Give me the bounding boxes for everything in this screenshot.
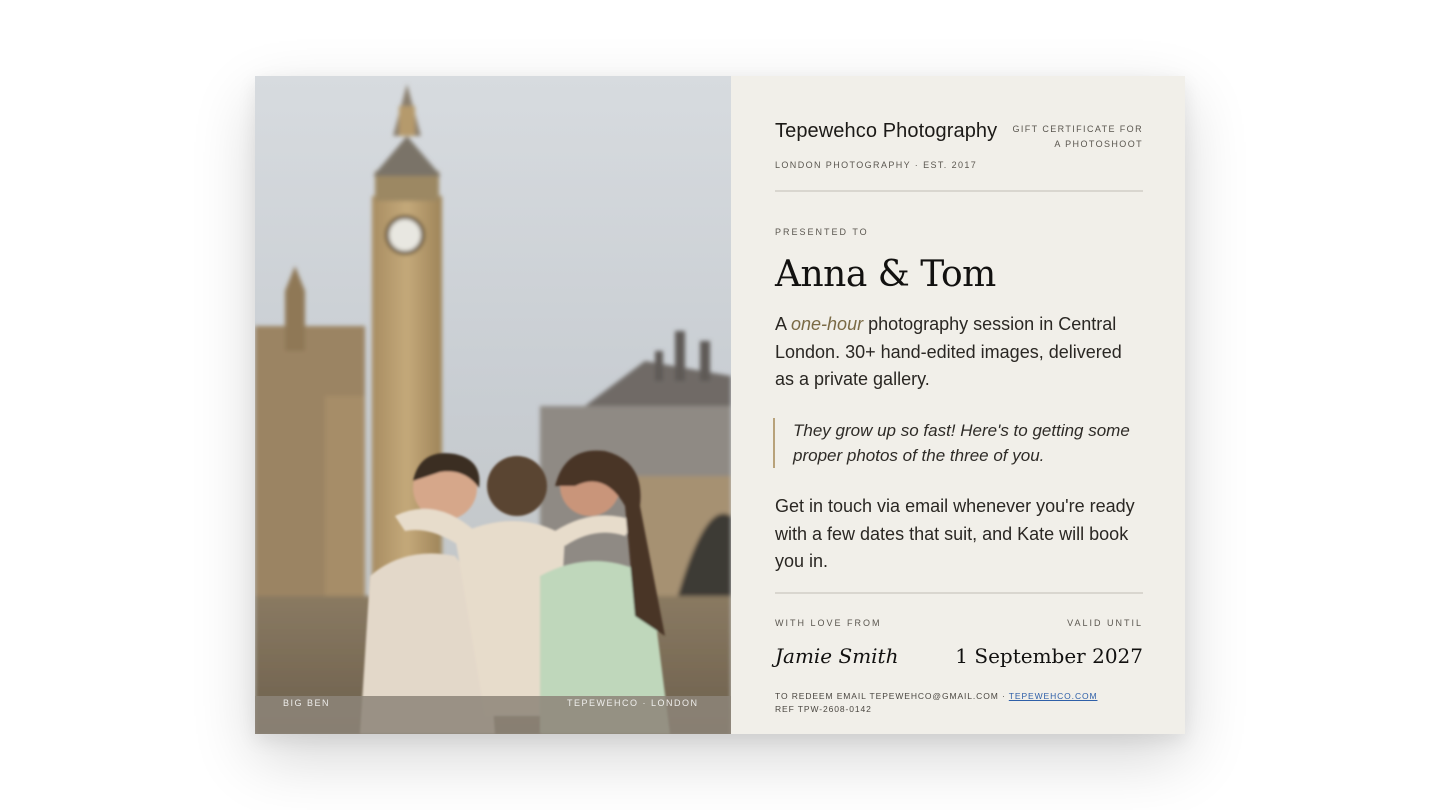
brand-subtitle: LONDON PHOTOGRAPHY · EST. 2017: [775, 160, 978, 170]
website-link[interactable]: TEPEWEHCO.COM: [1009, 691, 1098, 701]
description-emphasis: one-hour: [791, 314, 864, 334]
certificate-type: GIFT CERTIFICATE FOR A PHOTOSHOOT: [983, 122, 1143, 152]
certificate-type-line2: A PHOTOSHOOT: [1054, 139, 1143, 149]
session-description: A one-hour photography session in Centra…: [775, 311, 1145, 394]
brand-name: Tepewehco Photography: [775, 120, 998, 142]
redeem-email-text: TO REDEEM EMAIL TEPEWEHCO@GMAIL.COM ·: [775, 691, 1009, 701]
valid-until-label: VALID UNTIL: [1067, 618, 1143, 628]
presented-to-label: PRESENTED TO: [775, 227, 869, 237]
certificate-type-line1: GIFT CERTIFICATE FOR: [1012, 124, 1143, 134]
certificate-details: Tepewehco Photography LONDON PHOTOGRAPHY…: [731, 76, 1185, 734]
photo-illustration: [255, 76, 731, 734]
from-label: WITH LOVE FROM: [775, 618, 882, 628]
gift-certificate-card: BIG BEN TEPEWEHCO · LONDON Tepewehco Pho…: [255, 76, 1185, 734]
divider-bottom: [775, 592, 1143, 594]
photo-caption-location: BIG BEN: [283, 698, 331, 708]
divider-top: [775, 190, 1143, 192]
description-prefix: A: [775, 314, 792, 334]
redeem-info: TO REDEEM EMAIL TEPEWEHCO@GMAIL.COM · TE…: [775, 690, 1097, 715]
booking-instructions: Get in touch via email whenever you're r…: [775, 496, 1135, 571]
redeem-line: TO REDEEM EMAIL TEPEWEHCO@GMAIL.COM · TE…: [775, 690, 1097, 703]
reference-number: REF TPW-2608-0142: [775, 703, 872, 714]
recipient-name: Anna & Tom: [775, 254, 996, 295]
valid-until-date: 1 September 2027: [955, 644, 1143, 668]
certificate-photo: BIG BEN TEPEWEHCO · LONDON: [255, 76, 731, 734]
sender-name: Jamie Smith: [775, 644, 899, 668]
personal-message-quote: They grow up so fast! Here's to getting …: [773, 418, 1153, 468]
photo-caption-credit: TEPEWEHCO · LONDON: [567, 698, 699, 708]
